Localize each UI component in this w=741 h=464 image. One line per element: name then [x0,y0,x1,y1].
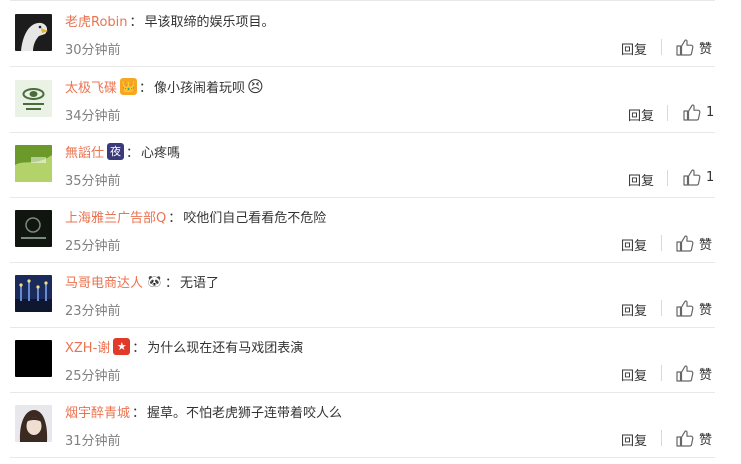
thumbs-up-icon [676,300,694,317]
emoji-icon: 😣 [247,76,264,96]
like-button[interactable]: 赞 [676,364,712,383]
action-divider [667,170,668,186]
comment-text: 像小孩闹着玩呗 [154,80,246,96]
comment-time: 30分钟前 [65,43,121,58]
row-divider [10,457,715,458]
thumbs-up-icon [676,235,694,252]
comment-line: 老虎Robin ： 早该取缔的娱乐项目。 [65,10,275,30]
reply-button[interactable]: 回复 [621,365,647,384]
comment-time: 25分钟前 [65,239,121,254]
like-button[interactable]: 赞 [676,38,712,57]
user-badge-icon: ★ [113,337,131,355]
username-link[interactable]: XZH-谢 [65,337,110,356]
like-label: 1 [706,105,715,120]
avatar[interactable] [15,14,52,51]
reply-button[interactable]: 回复 [628,170,654,189]
username-link[interactable]: 太极飞碟 [65,77,117,96]
colon-separator: ： [132,340,146,356]
row-divider [10,0,715,1]
action-divider [661,430,662,446]
thumbs-up-icon [683,169,701,186]
action-divider [661,39,662,55]
like-button[interactable]: 赞 [676,429,712,448]
like-label: 1 [706,170,715,185]
reply-button[interactable]: 回复 [628,105,654,124]
comment-text: 为什么现在还有马戏团表演 [147,340,304,356]
avatar[interactable] [15,275,52,312]
colon-separator: ： [139,80,153,96]
thumbs-up-icon [676,430,694,447]
like-label: 赞 [699,433,713,448]
reply-button[interactable]: 回复 [621,430,647,449]
like-label: 赞 [699,42,713,57]
like-button[interactable]: 赞 [676,234,712,253]
colon-separator: ： [168,210,182,226]
avatar[interactable] [15,145,52,182]
user-badge-icon: 夜 [107,142,125,160]
avatar[interactable] [15,210,52,247]
comment-item: 上海雅兰广告部Q ： 咬他们自己看看危不危险 25分钟前 回复 赞 [0,197,741,262]
thumbs-up-icon [676,39,694,56]
action-divider [661,300,662,316]
comment-item: 太极飞碟 👑 ： 像小孩闹着玩呗 😣 34分钟前 回复 1 [0,67,741,132]
avatar[interactable] [15,340,52,377]
comment-item: 老虎Robin ： 早该取缔的娱乐项目。 30分钟前 回复 赞 [0,1,741,66]
avatar[interactable] [15,80,52,117]
comment-line: 马哥电商达人 🐼 ： 无语了 [65,271,219,291]
comment-item: XZH-谢 ★ ： 为什么现在还有马戏团表演 25分钟前 回复 赞 [0,327,741,392]
thumbs-up-icon [676,365,694,382]
colon-separator: ： [126,145,140,161]
avatar[interactable] [15,405,52,442]
reply-button[interactable]: 回复 [621,235,647,254]
comment-text: 心疼嗎 [141,145,181,161]
comment-time: 31分钟前 [65,434,121,449]
action-divider [667,105,668,121]
username-link[interactable]: 上海雅兰广告部Q [65,207,166,226]
comment-item: 烟宇醉青城 ： 握草。不怕老虎狮子连带着咬人么 31分钟前 回复 赞 [0,392,741,457]
like-label: 赞 [699,303,713,318]
comment-line: 無謟仕 夜 ： 心疼嗎 [65,141,180,161]
comment-line: 上海雅兰广告部Q ： 咬他们自己看看危不危险 [65,206,326,226]
comment-line: 太极飞碟 👑 ： 像小孩闹着玩呗 😣 [65,76,264,96]
colon-separator: ： [129,14,143,30]
comment-time: 25分钟前 [65,369,121,384]
reply-button[interactable]: 回复 [621,300,647,319]
comment-time: 34分钟前 [65,109,121,124]
like-button[interactable]: 1 [683,104,714,121]
username-link[interactable]: 烟宇醉青城 [65,402,130,421]
username-link[interactable]: 马哥电商达人 [65,272,143,291]
comment-line: XZH-谢 ★ ： 为什么现在还有马戏团表演 [65,336,303,356]
comment-text: 握草。不怕老虎狮子连带着咬人么 [147,405,343,421]
like-button[interactable]: 赞 [676,299,712,318]
reply-button[interactable]: 回复 [621,39,647,58]
action-divider [661,365,662,381]
like-label: 赞 [699,368,713,383]
comment-time: 23分钟前 [65,304,121,319]
user-badge-icon: 👑 [120,77,138,95]
comment-item: 無謟仕 夜 ： 心疼嗎 35分钟前 回复 1 [0,132,741,197]
colon-separator: ： [132,405,146,421]
username-link[interactable]: 無謟仕 [65,142,104,161]
comment-line: 烟宇醉青城 ： 握草。不怕老虎狮子连带着咬人么 [65,401,342,421]
username-link[interactable]: 老虎Robin [65,11,128,30]
action-divider [661,235,662,251]
like-label: 赞 [699,238,713,253]
comment-text: 咬他们自己看看危不危险 [183,210,327,226]
comment-text: 早该取缔的娱乐项目。 [144,14,275,30]
like-button[interactable]: 1 [683,169,714,186]
colon-separator: ： [165,275,179,291]
thumbs-up-icon [683,104,701,121]
user-badge-icon: 🐼 [146,272,164,290]
comment-text: 无语了 [180,275,220,291]
comment-time: 35分钟前 [65,174,121,189]
comment-item: 马哥电商达人 🐼 ： 无语了 23分钟前 回复 赞 [0,262,741,327]
